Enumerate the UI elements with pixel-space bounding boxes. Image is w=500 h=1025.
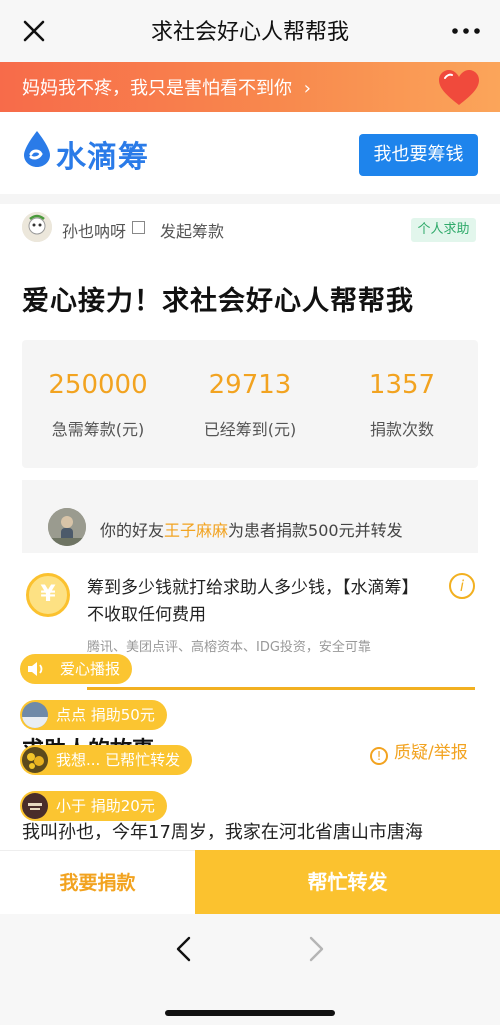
divider	[87, 687, 475, 690]
initiator-name[interactable]: 孙也呐呀	[62, 218, 126, 242]
stat-target: 250000 急需筹款(元)	[22, 370, 174, 440]
avatar	[22, 793, 48, 819]
brand-logo-text: 水滴筹	[56, 140, 149, 175]
friend-avatar-image	[48, 508, 86, 546]
story-body: 我叫孙也，今年17周岁，我家在河北省唐山市唐海	[22, 822, 423, 843]
initiator-row: 孙也呐呀 发起筹款 个人求助	[0, 204, 500, 260]
donate-button[interactable]: 我要捐款	[0, 850, 195, 914]
campaign-title: 爱心接力！求社会好心人帮帮我	[22, 286, 414, 317]
stat-label: 急需筹款(元)	[51, 420, 145, 439]
investor-list: 腾讯、美团点评、高榕资本、IDG投资，安全可靠	[87, 640, 371, 655]
yuan-coin-icon: ¥	[26, 573, 70, 617]
broadcast-text: 小于 捐助20元	[56, 797, 155, 815]
report-label: 质疑/举报	[394, 743, 468, 763]
avatar-image	[22, 702, 48, 728]
speaker-icon	[22, 656, 48, 682]
broadcast-pill[interactable]: 爱心播报	[20, 654, 133, 684]
chevron-right-icon: ›	[303, 78, 311, 99]
friend-suffix: 为患者捐款500元并转发	[228, 521, 403, 540]
campaign-type-tag: 个人求助	[411, 218, 476, 242]
home-indicator[interactable]	[165, 1010, 335, 1016]
stat-value: 250000	[48, 370, 148, 400]
fee-notice-text: 筹到多少钱就打给求助人多少钱，【水滴筹】不收取任何费用	[87, 578, 419, 625]
verified-badge-icon	[132, 221, 145, 234]
heart-icon	[439, 70, 479, 105]
warning-icon: !	[370, 747, 388, 765]
avatar-image	[22, 793, 48, 819]
friend-avatar	[48, 508, 86, 546]
back-icon[interactable]	[170, 934, 200, 964]
donation-broadcast-item: 我想... 已帮忙转发	[20, 745, 193, 775]
friend-name[interactable]: 王子麻麻	[164, 521, 228, 540]
stat-raised: 29713 已经筹到(元)	[174, 370, 326, 440]
stat-value: 29713	[208, 370, 292, 400]
initiator-action: 发起筹款	[160, 222, 225, 241]
broadcast-label: 爱心播报	[60, 660, 121, 678]
donation-broadcast-item: 小于 捐助20元	[20, 791, 167, 821]
info-icon[interactable]: i	[449, 573, 475, 599]
avatar	[22, 747, 48, 773]
avatar	[22, 702, 48, 728]
more-icon[interactable]	[450, 18, 482, 44]
broadcast-text: 我想... 已帮忙转发	[56, 751, 181, 769]
promo-banner[interactable]: 妈妈我不疼，我只是害怕看不到你 ›	[0, 62, 500, 112]
bottom-action-bar: 我要捐款 帮忙转发	[0, 850, 500, 914]
page-title: 求社会好心人帮帮我	[150, 20, 349, 45]
stat-label: 捐款次数	[369, 420, 434, 439]
stat-value: 1357	[368, 370, 436, 400]
report-link[interactable]: ! 质疑/举报	[370, 738, 468, 765]
share-button[interactable]: 帮忙转发	[195, 850, 500, 914]
divider	[0, 194, 500, 204]
browser-navigation-bar	[0, 914, 500, 1025]
water-drop-logo-icon	[24, 131, 50, 167]
fundraising-stats: 250000 急需筹款(元) 29713 已经筹到(元) 1357 捐款次数	[22, 340, 478, 468]
friend-prefix: 你的好友	[100, 521, 165, 540]
start-fundraiser-button[interactable]: 我也要筹钱	[359, 134, 478, 176]
top-navigation-bar: 求社会好心人帮帮我	[0, 0, 500, 62]
stat-label: 已经筹到(元)	[203, 420, 297, 439]
donation-broadcast-item: 点点 捐助50元	[20, 700, 167, 730]
avatar-image	[22, 747, 48, 773]
banner-text: 妈妈我不疼，我只是害怕看不到你	[22, 78, 292, 99]
forward-icon[interactable]	[300, 934, 330, 964]
brand-header: 水滴筹 我也要筹钱	[0, 112, 500, 194]
speaker-icon-glyph	[28, 662, 43, 676]
avatar[interactable]	[22, 212, 52, 242]
avatar-image	[22, 212, 52, 242]
broadcast-text: 点点 捐助50元	[56, 706, 155, 724]
stat-donations: 1357 捐款次数	[326, 370, 478, 440]
